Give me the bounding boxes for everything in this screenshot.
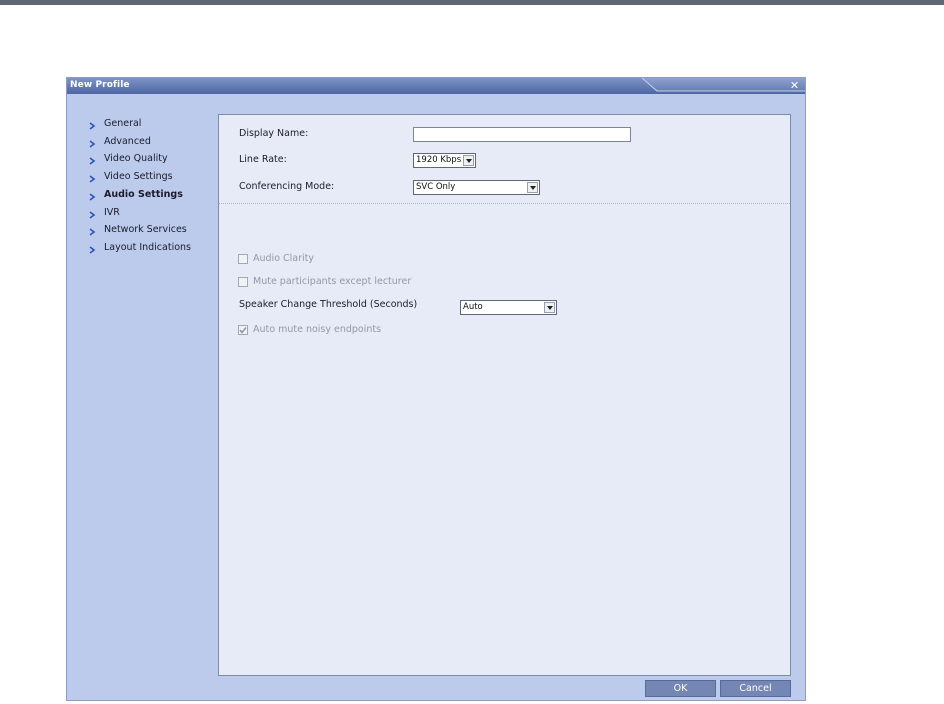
line-rate-label: Line Rate: (239, 154, 287, 165)
chevron-right-icon (89, 122, 96, 130)
mute-except-lecturer-checkbox[interactable] (238, 277, 248, 287)
line-rate-select[interactable]: 1920 Kbps (413, 153, 476, 168)
nav-item-video-quality[interactable]: Video Quality (87, 153, 215, 167)
nav-item-label: Advanced (104, 136, 151, 147)
chevron-down-icon[interactable] (463, 155, 474, 166)
mute-except-lecturer-label: Mute participants except lecturer (253, 276, 412, 287)
window-top-strip (0, 0, 944, 5)
cancel-button[interactable]: Cancel (720, 680, 791, 697)
display-name-label: Display Name: (239, 128, 309, 139)
conferencing-mode-label: Conferencing Mode: (239, 181, 335, 192)
chevron-right-icon (89, 193, 96, 201)
nav-item-label: Network Services (104, 224, 187, 235)
line-rate-value: 1920 Kbps (416, 155, 462, 165)
chevron-right-icon (89, 140, 96, 148)
section-divider (219, 203, 790, 204)
dialog-title: New Profile (70, 80, 130, 90)
nav-item-label: General (104, 118, 142, 129)
nav-item-layout-indications[interactable]: Layout Indications (87, 242, 215, 256)
chevron-right-icon (89, 175, 96, 183)
auto-mute-noisy-label: Auto mute noisy endpoints (253, 324, 382, 335)
chevron-right-icon (89, 211, 96, 219)
nav-item-label: Video Settings (104, 171, 173, 182)
nav-item-general[interactable]: General (87, 118, 215, 132)
nav-item-label: IVR (104, 207, 120, 218)
chevron-right-icon (89, 228, 96, 236)
nav-item-label: Video Quality (104, 153, 168, 164)
speaker-change-threshold-label: Speaker Change Threshold (Seconds) (239, 299, 418, 310)
titlebar-background (67, 78, 805, 94)
audio-clarity-checkbox[interactable] (238, 254, 248, 264)
nav-item-advanced[interactable]: Advanced (87, 136, 215, 150)
nav-item-label: Audio Settings (104, 189, 183, 200)
nav-item-network-services[interactable]: Network Services (87, 224, 215, 238)
conferencing-mode-select[interactable]: SVC Only (413, 180, 540, 195)
conferencing-mode-value: SVC Only (416, 182, 456, 192)
dialog-titlebar[interactable]: New Profile ✕ (67, 78, 805, 94)
ok-button[interactable]: OK (645, 680, 716, 697)
close-icon[interactable]: ✕ (788, 79, 801, 92)
chevron-right-icon (89, 246, 96, 254)
checkmark-icon (239, 327, 247, 334)
chevron-down-icon[interactable] (544, 302, 555, 313)
speaker-change-threshold-select[interactable]: Auto (460, 300, 557, 315)
audio-settings-panel: Display Name: Line Rate: 1920 Kbps Confe… (218, 114, 791, 676)
display-name-field[interactable] (413, 127, 631, 142)
nav-item-ivr[interactable]: IVR (87, 207, 215, 221)
new-profile-dialog: New Profile ✕ General Advanced Video Qua… (66, 77, 806, 701)
nav-item-audio-settings[interactable]: Audio Settings (87, 189, 215, 203)
nav-item-video-settings[interactable]: Video Settings (87, 171, 215, 185)
nav-item-label: Layout Indications (104, 242, 191, 253)
auto-mute-noisy-checkbox[interactable] (238, 325, 248, 335)
chevron-down-icon[interactable] (527, 182, 538, 193)
chevron-right-icon (89, 157, 96, 165)
audio-clarity-label: Audio Clarity (253, 253, 315, 264)
speaker-change-threshold-value: Auto (463, 302, 483, 312)
